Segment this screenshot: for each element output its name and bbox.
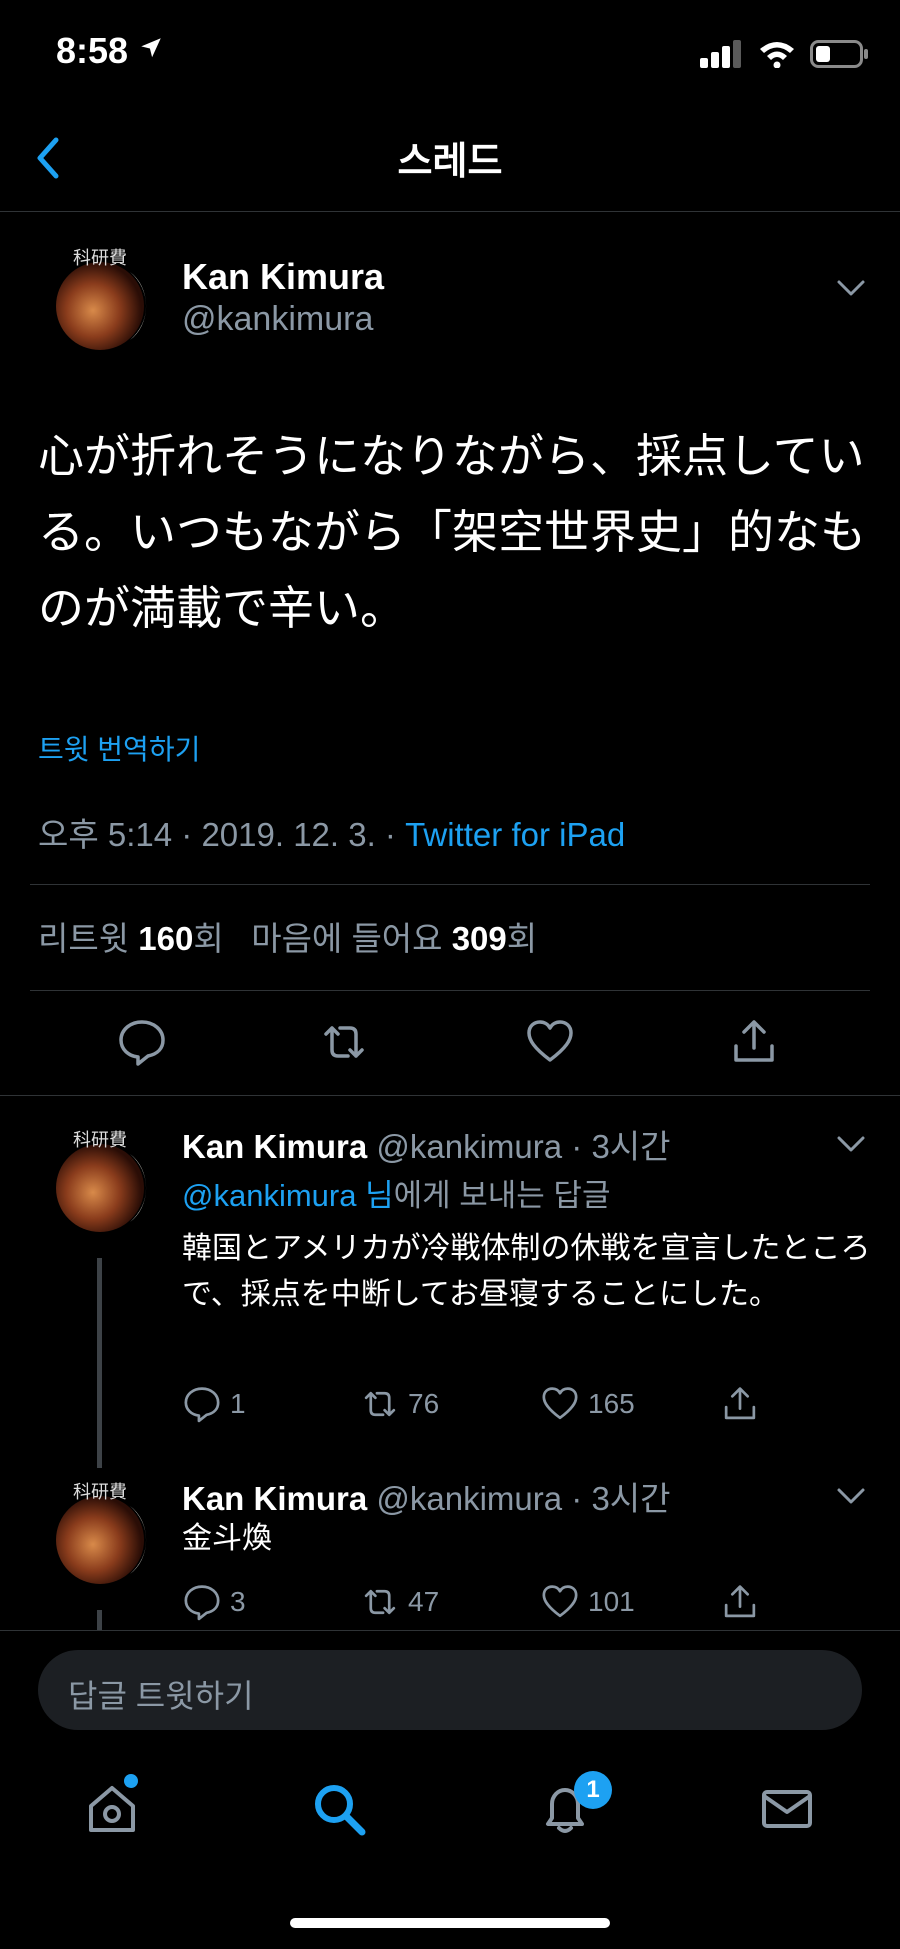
svg-text:科研費: 科研費	[73, 1482, 127, 1503]
search-icon[interactable]	[310, 1780, 368, 1838]
author-handle[interactable]: @kankimura	[182, 300, 373, 339]
like-action[interactable]: 165	[540, 1384, 635, 1424]
reply-icon	[184, 1585, 220, 1621]
translate-tweet-link[interactable]: 트윗 번역하기	[38, 728, 200, 768]
like-heart-icon	[542, 1585, 578, 1618]
status-time: 8:58	[56, 30, 164, 72]
retweet-count: 76	[408, 1388, 440, 1419]
tweet-stats: 리트윗 160회 마음에 들어요 309회	[38, 912, 537, 960]
meta-divider	[30, 884, 870, 885]
reply-author-name[interactable]: Kan Kimura	[182, 1128, 367, 1165]
reply-author-name[interactable]: Kan Kimura	[182, 1480, 367, 1517]
home-icon[interactable]	[83, 1780, 141, 1838]
share-icon	[724, 1387, 756, 1420]
like-heart-icon[interactable]	[524, 1016, 576, 1068]
actions-divider	[0, 1095, 900, 1096]
retweet-count: 47	[408, 1586, 440, 1617]
tweet-meta: 오후 5:14 · 2019. 12. 3. · Twitter for iPa…	[38, 808, 625, 856]
reply-text: 韓国とアメリカが冷戦体制の休戦を宣言したところで、採点を中断してお昼寝することに…	[182, 1231, 871, 1312]
tweet-source-link[interactable]: Twitter for iPad	[405, 816, 625, 853]
svg-text:科研費: 科研費	[73, 1130, 127, 1151]
replying-to: @kankimura 님에게 보내는 답글	[182, 1178, 611, 1213]
tweet-timestamp: 오후 5:14 · 2019. 12. 3. ·	[38, 816, 406, 853]
thread-line	[97, 1610, 102, 1630]
reply-author-handle[interactable]: @kankimura · 3시간	[376, 1128, 670, 1165]
retweet-icon	[364, 1391, 396, 1417]
thread-line	[97, 1258, 102, 1468]
author-name[interactable]: Kan Kimura	[182, 256, 384, 298]
reply-icon	[184, 1387, 220, 1423]
chevron-down-icon[interactable]	[834, 1478, 868, 1512]
reply-compose-placeholder: 답글 트윗하기	[68, 1678, 254, 1714]
avatar[interactable]: 科研費	[38, 1122, 162, 1246]
share-action[interactable]	[720, 1384, 760, 1424]
retweet-action[interactable]: 47	[360, 1582, 439, 1622]
home-new-indicator	[124, 1774, 138, 1788]
share-action[interactable]	[720, 1582, 760, 1622]
retweet-count[interactable]: 리트윗 160회	[38, 920, 224, 957]
battery-icon	[810, 40, 868, 68]
reply-mention-link[interactable]: @kankimura 님	[182, 1178, 394, 1213]
cellular-signal-icon	[700, 40, 741, 68]
share-icon[interactable]	[728, 1016, 780, 1068]
avatar[interactable]: 科研費	[38, 240, 162, 364]
retweet-action[interactable]: 76	[360, 1384, 439, 1424]
reply-reply-action[interactable]: 1	[182, 1384, 246, 1424]
home-indicator	[290, 1918, 610, 1928]
stats-divider	[30, 990, 870, 991]
svg-text:科研費: 科研費	[73, 248, 127, 269]
status-indicators	[700, 36, 870, 72]
reply-header: Kan Kimura @kankimura · 3시간	[182, 1120, 671, 1168]
avatar[interactable]: 科研費	[38, 1474, 162, 1598]
page-title: 스레드	[397, 141, 503, 183]
chevron-down-icon[interactable]	[834, 1126, 868, 1160]
reply-count: 1	[230, 1388, 246, 1419]
share-icon	[724, 1585, 756, 1618]
like-action[interactable]: 101	[540, 1582, 635, 1622]
reply-count: 3	[230, 1586, 246, 1617]
retweet-icon[interactable]	[318, 1016, 370, 1068]
reply-author-handle[interactable]: @kankimura · 3시간	[376, 1480, 670, 1517]
header-divider	[0, 211, 900, 212]
like-count: 165	[588, 1388, 635, 1419]
like-heart-icon	[542, 1387, 578, 1420]
chevron-down-icon[interactable]	[834, 270, 868, 304]
notification-badge: 1	[574, 1771, 612, 1809]
reply-area-divider	[0, 1630, 900, 1631]
like-count: 101	[588, 1586, 635, 1617]
tweet-text: 心が折れそうになりながら、採点している。いつもながら「架空世界史」的なものが満載…	[38, 429, 866, 635]
reply-reply-action[interactable]: 3	[182, 1582, 246, 1622]
messages-envelope-icon[interactable]	[758, 1780, 816, 1838]
reply-text: 金斗煥	[182, 1521, 272, 1556]
retweet-icon	[364, 1589, 396, 1615]
location-arrow-icon	[141, 38, 161, 58]
reply-header: Kan Kimura @kankimura · 3시간	[182, 1472, 671, 1520]
reply-icon[interactable]	[116, 1016, 168, 1068]
like-count[interactable]: 마음에 들어요 309회	[251, 920, 537, 957]
wifi-icon	[760, 42, 794, 68]
